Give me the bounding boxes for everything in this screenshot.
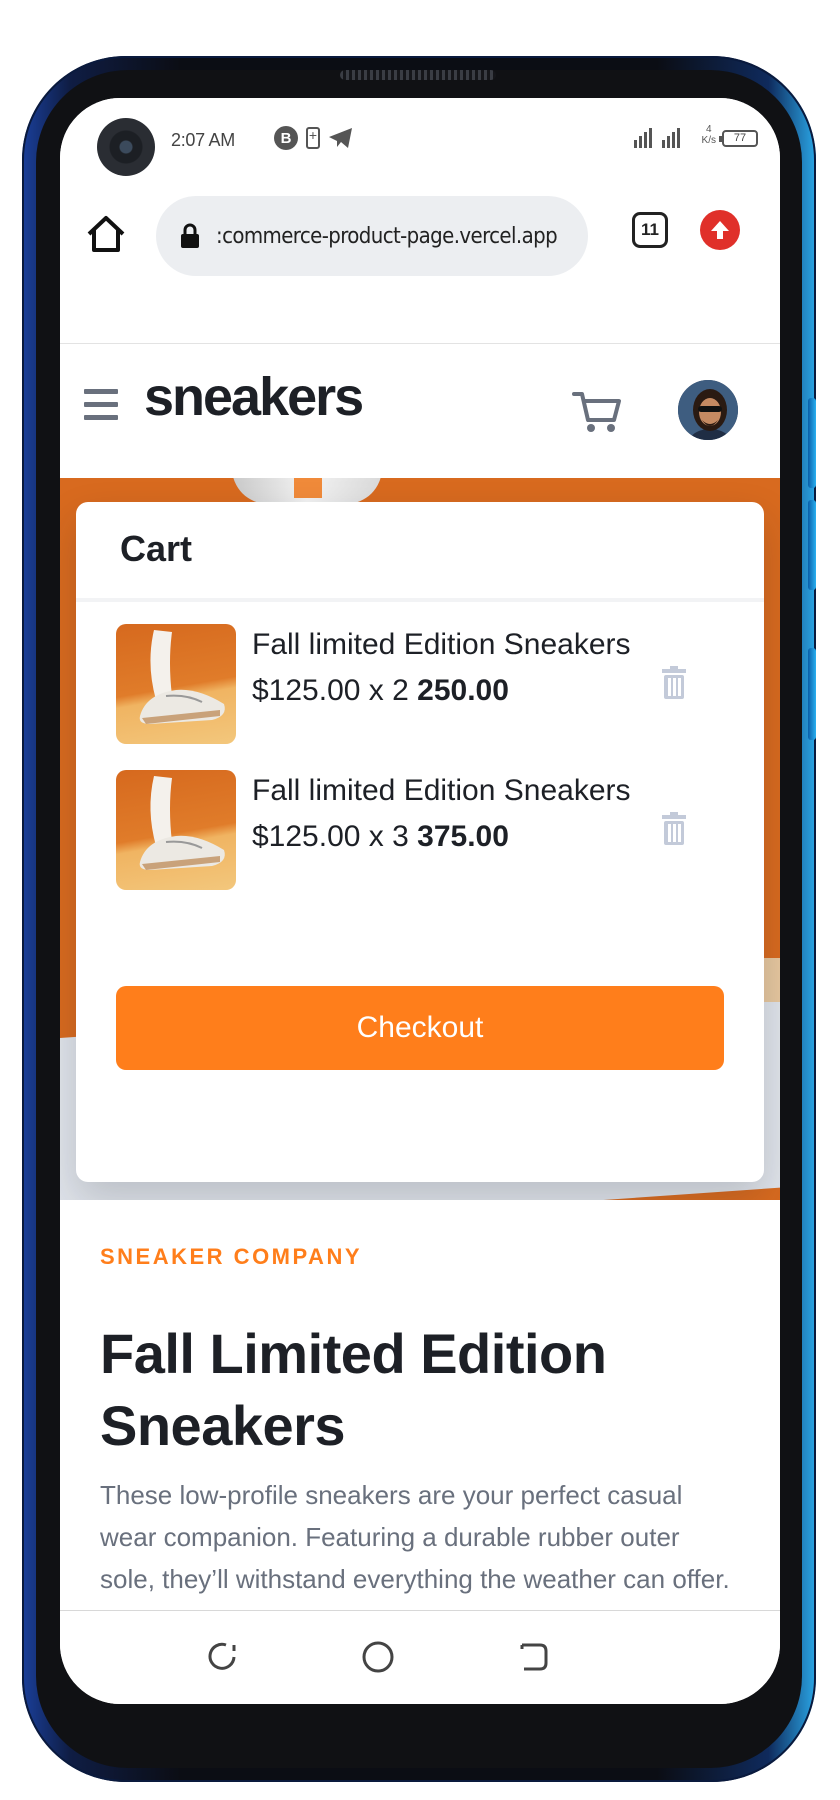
signal-strength-icon — [634, 128, 652, 148]
sneaker-image — [139, 630, 225, 724]
signal-icons — [634, 128, 680, 148]
cart-item-name: Fall limited Edition Sneakers — [252, 774, 631, 807]
network-speed: 4 K/s — [701, 124, 716, 146]
product-description: These low-profile sneakers are your perf… — [100, 1480, 730, 1594]
cart-item-thumbnail — [116, 770, 236, 890]
arrow-up-icon — [711, 221, 729, 239]
menu-icon[interactable] — [84, 389, 118, 421]
front-camera — [97, 118, 155, 176]
cart-title: Cart — [120, 528, 193, 569]
volume-up-button — [808, 398, 816, 488]
home-nav-icon[interactable] — [360, 1639, 396, 1675]
volume-down-button — [808, 500, 816, 590]
trash-icon[interactable] — [660, 812, 688, 846]
status-time: 2:07 AM — [171, 130, 235, 150]
recents-icon[interactable] — [204, 1639, 240, 1675]
url-text: :commerce-product-page.vercel.app — [216, 223, 558, 249]
product-title: Fall Limited Edition Sneakers — [100, 1322, 607, 1457]
cart-item-price: $125.00 x 3 375.00 — [252, 820, 509, 853]
status-bar: 2:07 AM B 4 K/s 77 — [60, 98, 780, 188]
browser-toolbar: :commerce-product-page.vercel.app 11 — [60, 188, 780, 344]
hero-shoe-tag — [294, 478, 322, 498]
cart-item-price: $125.00 x 2 250.00 — [252, 674, 509, 707]
cart-item: Fall limited Edition Sneakers $125.00 x … — [116, 624, 736, 744]
lock-icon — [181, 223, 199, 248]
battery-icon: 77 — [719, 130, 758, 147]
phone-screen: 2:07 AM B 4 K/s 77 — [60, 98, 780, 1704]
cart-item-thumbnail — [116, 624, 236, 744]
update-icon[interactable] — [700, 210, 740, 250]
battery-saver-icon — [306, 127, 320, 149]
cart-item-total: 375.00 — [417, 820, 509, 853]
power-button — [808, 648, 816, 740]
system-nav-bar — [60, 1610, 780, 1704]
avatar[interactable] — [676, 378, 740, 442]
cart-divider — [76, 598, 764, 602]
site-header: sneakers — [60, 344, 780, 478]
company-label: SNEAKER COMPANY — [100, 1244, 363, 1269]
trash-icon[interactable] — [660, 666, 688, 700]
checkout-button[interactable]: Checkout — [116, 986, 724, 1070]
product-details: SNEAKER COMPANY Fall Limited Edition Sne… — [60, 1200, 780, 1610]
signal-strength-icon-2 — [662, 128, 680, 148]
cart-icon[interactable] — [572, 388, 622, 434]
avatar-image — [678, 380, 738, 440]
cart-item: Fall limited Edition Sneakers $125.00 x … — [116, 770, 736, 890]
home-icon[interactable] — [84, 212, 128, 256]
telegram-icon — [329, 128, 352, 148]
b-badge-icon: B — [274, 126, 298, 150]
earpiece-speaker — [340, 70, 496, 80]
cart-popover: Cart Fall limited Edition Sneakers $125.… — [76, 502, 764, 1182]
cart-item-total: 250.00 — [417, 674, 509, 707]
address-bar[interactable]: :commerce-product-page.vercel.app — [156, 196, 588, 276]
back-icon[interactable] — [514, 1639, 550, 1675]
site-logo[interactable]: sneakers — [144, 366, 364, 428]
tabs-count-button[interactable]: 11 — [632, 212, 668, 248]
status-notification-icons: B — [274, 126, 354, 150]
sneaker-image — [139, 776, 225, 870]
cart-item-name: Fall limited Edition Sneakers — [252, 628, 631, 661]
